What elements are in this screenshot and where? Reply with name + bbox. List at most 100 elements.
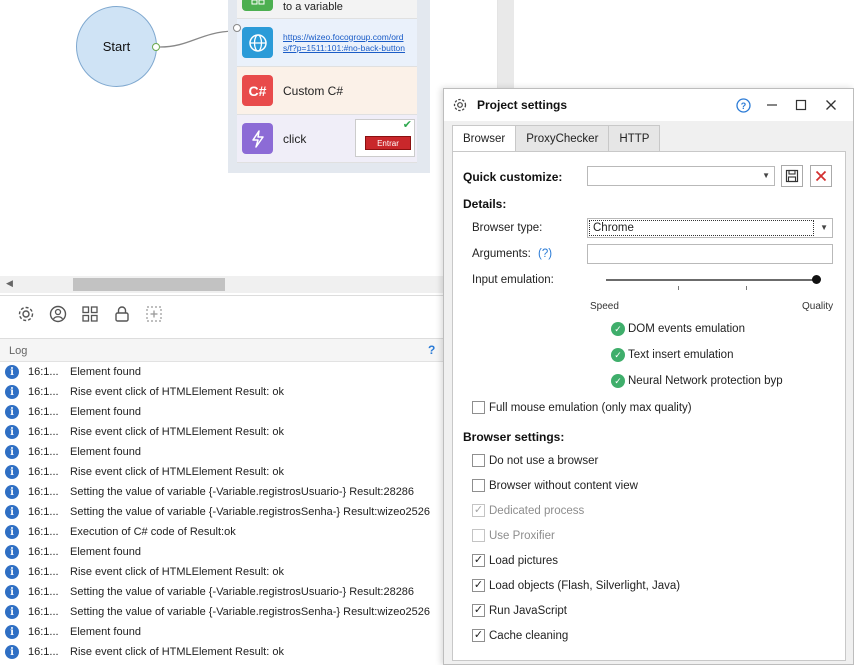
log-row[interactable]: i 16:1... Element found xyxy=(0,622,443,642)
arguments-label: Arguments: (?) xyxy=(472,248,553,260)
lock-button[interactable] xyxy=(106,299,138,329)
element-preview-thumbnail: Entrar ✔ xyxy=(355,119,415,157)
log-time: 16:1... xyxy=(28,386,59,398)
browser-type-dropdown[interactable]: Chrome ▼ xyxy=(587,218,833,238)
vertical-scrollbar[interactable] xyxy=(498,0,514,88)
csharp-icon: C# xyxy=(242,75,273,106)
log-time: 16:1... xyxy=(28,566,59,578)
info-icon: i xyxy=(5,405,19,419)
log-help-button[interactable]: ? xyxy=(428,343,435,357)
browser-without-content-view-checkbox[interactable] xyxy=(472,479,485,492)
log-row[interactable]: i 16:1... Execution of C# code of Result:o… xyxy=(0,522,443,542)
tab-browser[interactable]: Browser xyxy=(452,125,517,152)
navigate-url-link[interactable]: https://wizeo.focogroup.com/ords/f?p=151… xyxy=(283,32,408,54)
log-row[interactable]: i 16:1... Setting the value of variable {-… xyxy=(0,482,443,502)
log-row[interactable]: i 16:1... Setting the value of variable {-… xyxy=(0,602,443,622)
log-row[interactable]: i 16:1... Rise event click of HTMLElement … xyxy=(0,642,443,662)
log-message: Setting the value of variable {-Variable… xyxy=(70,486,415,498)
info-icon: i xyxy=(5,485,19,499)
close-button[interactable] xyxy=(821,95,841,115)
run-javascript-checkbox[interactable]: ✓ xyxy=(472,604,485,617)
log-row[interactable]: i 16:1... Rise event click of HTMLElement … xyxy=(0,462,443,482)
grid-icon xyxy=(82,305,98,322)
info-icon: i xyxy=(5,585,19,599)
log-message: Rise event click of HTMLElement Result: … xyxy=(70,466,284,478)
log-row[interactable]: i 16:1... Element found xyxy=(0,442,443,462)
check-circle-icon: ✓ xyxy=(611,322,625,336)
delete-x-icon xyxy=(815,170,827,182)
cache-cleaning-label: Cache cleaning xyxy=(489,630,569,642)
log-time: 16:1... xyxy=(28,406,59,418)
scrollbar-thumb[interactable] xyxy=(73,278,225,291)
maximize-button[interactable] xyxy=(791,95,811,115)
log-message: Setting the value of variable {-Variable… xyxy=(70,586,415,598)
do-not-use-a-browser-checkbox[interactable] xyxy=(472,454,485,467)
quick-customize-dropdown[interactable]: ▼ xyxy=(587,166,775,186)
block-set-variable[interactable]: to a variable xyxy=(237,0,417,19)
scroll-left-arrow-icon[interactable]: ◀ xyxy=(6,278,13,289)
block-click-label: click xyxy=(283,131,307,146)
tab-http[interactable]: HTTP xyxy=(608,125,661,151)
save-icon xyxy=(785,169,799,183)
info-icon: i xyxy=(5,565,19,579)
dialog-help-button[interactable]: ? xyxy=(733,95,753,115)
log-row[interactable]: i 16:1... Element found xyxy=(0,542,443,562)
log-row[interactable]: i 16:1... Setting the value of variable {-… xyxy=(0,582,443,602)
load-pictures-checkbox[interactable]: ✓ xyxy=(472,554,485,567)
full-mouse-emulation-label: Full mouse emulation (only max quality) xyxy=(489,402,692,414)
maximize-icon xyxy=(795,99,807,111)
settings-button[interactable] xyxy=(10,299,42,329)
log-list[interactable]: i 16:1... Element found i 16:1... Rise event… xyxy=(0,362,443,662)
log-row[interactable]: i 16:1... Element found xyxy=(0,362,443,382)
minimize-button[interactable] xyxy=(762,95,782,115)
log-title: Log xyxy=(9,345,28,357)
arguments-help-link[interactable]: (?) xyxy=(538,248,552,260)
log-message: Rise event click of HTMLElement Result: … xyxy=(70,566,284,578)
info-icon: i xyxy=(5,645,19,659)
minimize-icon xyxy=(767,104,777,106)
tab-proxychecker[interactable]: ProxyChecker xyxy=(515,125,610,151)
dedicated-process-label: Dedicated process xyxy=(489,505,585,517)
log-time: 16:1... xyxy=(28,546,59,558)
log-time: 16:1... xyxy=(28,586,59,598)
user-circle-icon xyxy=(49,305,67,322)
quick-customize-label: Quick customize: xyxy=(463,170,563,184)
action-block-group[interactable]: to a variable https://wizeo.focogroup.co… xyxy=(228,0,430,173)
info-icon: i xyxy=(5,505,19,519)
navigate-input-port[interactable] xyxy=(233,24,241,32)
project-canvas[interactable]: Start to a variable https://wizeo.focogr… xyxy=(0,0,443,296)
info-icon: i xyxy=(5,605,19,619)
canvas-secondary-pane xyxy=(497,0,854,88)
log-row[interactable]: i 16:1... Element found xyxy=(0,402,443,422)
log-time: 16:1... xyxy=(28,486,59,498)
log-time: 16:1... xyxy=(28,466,59,478)
block-click[interactable]: click Entrar ✔ xyxy=(237,115,417,163)
slider-track[interactable] xyxy=(606,279,816,281)
slider-thumb[interactable] xyxy=(811,275,821,284)
svg-text:?: ? xyxy=(740,101,746,111)
gear-icon xyxy=(453,98,467,112)
grid-button[interactable] xyxy=(74,299,106,329)
load-objects-flash-silverlight-java-checkbox[interactable]: ✓ xyxy=(472,579,485,592)
full-mouse-emulation-checkbox[interactable] xyxy=(472,401,485,414)
log-row[interactable]: i 16:1... Rise event click of HTMLElement … xyxy=(0,382,443,402)
canvas-horizontal-scrollbar[interactable]: ◀ xyxy=(0,276,443,293)
block-custom-csharp[interactable]: C# Custom C# xyxy=(237,67,417,115)
arguments-input[interactable] xyxy=(587,244,833,264)
chevron-down-icon: ▼ xyxy=(820,223,828,232)
log-row[interactable]: i 16:1... Setting the value of variable {-… xyxy=(0,502,443,522)
use-proxifier-label: Use Proxifier xyxy=(489,530,555,542)
save-preset-button[interactable] xyxy=(781,165,803,187)
chevron-down-icon: ▼ xyxy=(762,171,770,180)
add-block-button[interactable] xyxy=(138,299,170,329)
user-button[interactable] xyxy=(42,299,74,329)
browser-without-content-view-label: Browser without content view xyxy=(489,480,638,492)
delete-preset-button[interactable] xyxy=(810,165,832,187)
cache-cleaning-checkbox[interactable]: ✓ xyxy=(472,629,485,642)
log-row[interactable]: i 16:1... Rise event click of HTMLElement … xyxy=(0,422,443,442)
log-message: Rise event click of HTMLElement Result: … xyxy=(70,646,284,658)
dialog-titlebar[interactable]: Project settings ? xyxy=(444,89,853,121)
input-emulation-label: Input emulation: xyxy=(472,274,554,286)
log-row[interactable]: i 16:1... Rise event click of HTMLElement … xyxy=(0,562,443,582)
block-navigate[interactable]: https://wizeo.focogroup.com/ords/f?p=151… xyxy=(233,19,417,67)
